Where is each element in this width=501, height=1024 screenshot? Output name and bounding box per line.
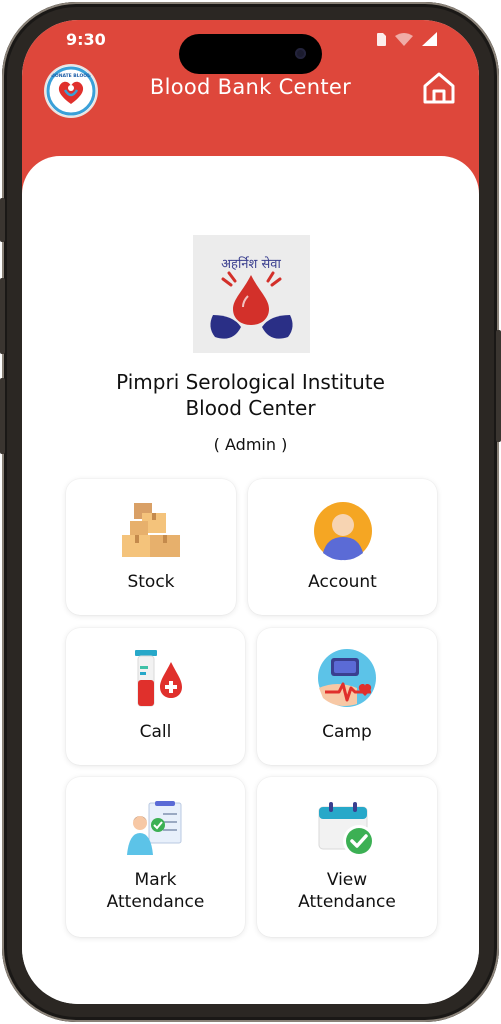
test-tube-blood-icon: [134, 650, 182, 707]
signal-icon: [422, 32, 437, 46]
institution-logo-icon: अहर्निश सेवा: [210, 256, 293, 339]
view-attendance-label-line2: Attendance: [298, 892, 396, 912]
account-tile[interactable]: Account: [248, 479, 437, 615]
account-label: Account: [308, 572, 377, 592]
camp-tile[interactable]: Camp: [257, 628, 437, 765]
mark-attendance-tile[interactable]: Mark Attendance: [66, 777, 245, 937]
user-avatar-icon: [313, 502, 372, 561]
screen: 9:30 DONATE BLOOD Blood Bank Center अहर्…: [22, 20, 479, 1004]
stock-tile[interactable]: Stock: [66, 479, 236, 615]
sim-icon: [377, 32, 386, 46]
view-attendance-label: View Attendance: [257, 869, 437, 913]
blood-pressure-icon: [318, 649, 376, 707]
call-label: Call: [139, 722, 172, 742]
boxes-icon: [122, 503, 180, 557]
view-attendance-tile[interactable]: View Attendance: [257, 777, 437, 937]
calendar-check-icon: [318, 802, 375, 857]
institution-name-line1: Pimpri Serological Institute: [116, 370, 385, 394]
dynamic-island: [179, 34, 322, 74]
status-icons: [376, 32, 437, 46]
home-icon: [423, 72, 455, 104]
call-tile[interactable]: Call: [66, 628, 245, 765]
home-button[interactable]: [421, 70, 457, 106]
side-button: [496, 330, 501, 442]
app-title: Blood Bank Center: [149, 75, 352, 99]
volume-down-button: [0, 378, 5, 454]
user-role: ( Admin ): [213, 435, 288, 454]
camera-icon: [295, 48, 306, 59]
volume-up-button: [0, 278, 5, 354]
camp-label: Camp: [322, 722, 372, 742]
institution-logo: अहर्निश सेवा: [193, 235, 310, 353]
institution-name: Pimpri Serological Institute Blood Cente…: [22, 369, 479, 421]
wifi-icon: [395, 32, 413, 46]
view-attendance-label-line1: View: [326, 870, 368, 890]
clipboard-person-icon: [126, 801, 181, 855]
status-time: 9:30: [66, 30, 106, 49]
institution-name-line2: Blood Center: [185, 396, 316, 420]
mark-attendance-label: Mark Attendance: [66, 869, 245, 913]
svg-text:अहर्निश सेवा: अहर्निश सेवा: [221, 256, 281, 272]
action-button: [0, 198, 5, 242]
stock-label: Stock: [127, 572, 175, 592]
mark-attendance-label-line1: Mark: [134, 870, 177, 890]
mark-attendance-label-line2: Attendance: [106, 892, 205, 912]
